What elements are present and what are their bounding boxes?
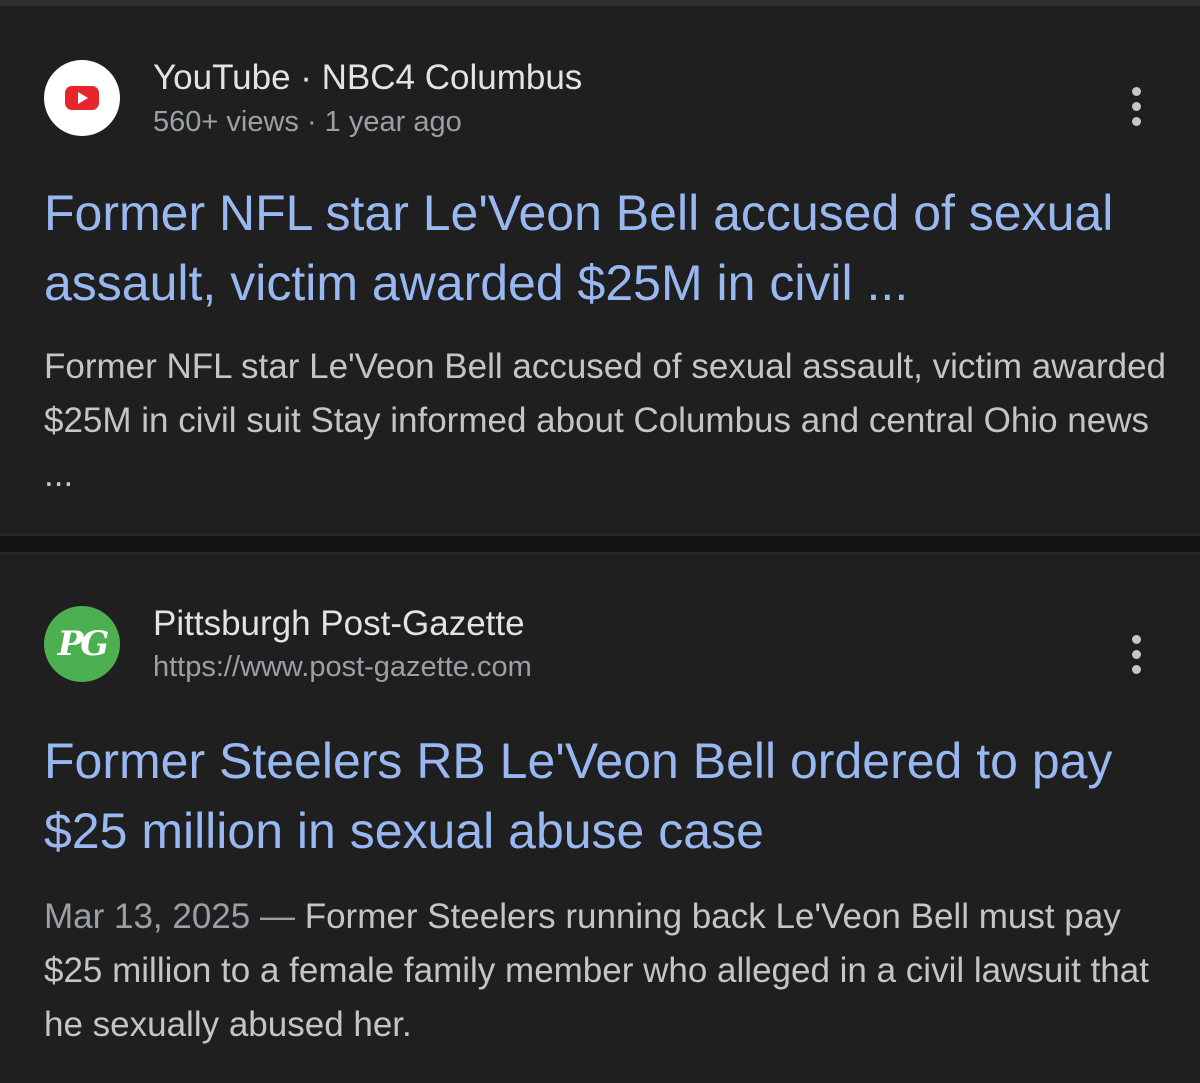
play-icon xyxy=(78,92,88,104)
more-vert-icon[interactable] xyxy=(1120,80,1152,132)
result-source[interactable]: YouTube · NBC4 Columbus xyxy=(153,58,582,98)
result-date: Mar 13, 2025 — xyxy=(44,897,305,936)
youtube-icon xyxy=(65,86,99,110)
result-divider xyxy=(0,534,1200,554)
more-vert-icon[interactable] xyxy=(1120,628,1152,680)
result-snippet: Former NFL star Le'Veon Bell accused of … xyxy=(44,347,1166,494)
search-results-page: YouTube · NBC4 Columbus 560+ views · 1 y… xyxy=(0,0,1200,1083)
post-gazette-icon: PG xyxy=(57,624,110,664)
result-title-link[interactable]: Former Steelers RB Le'Veon Bell ordered … xyxy=(44,726,1174,866)
result-meta: 560+ views · 1 year ago xyxy=(153,106,462,138)
result-url[interactable]: https://www.post-gazette.com xyxy=(153,651,532,684)
result-snippet: Mar 13, 2025 — Former Steelers running b… xyxy=(44,890,1174,1052)
result-card[interactable]: PG Pittsburgh Post-Gazette https://www.p… xyxy=(0,554,1200,1083)
post-gazette-favicon: PG xyxy=(44,606,120,682)
result-source[interactable]: Pittsburgh Post-Gazette xyxy=(153,604,525,644)
result-title-link[interactable]: Former NFL star Le'Veon Bell accused of … xyxy=(44,178,1174,318)
result-card[interactable]: YouTube · NBC4 Columbus 560+ views · 1 y… xyxy=(0,6,1200,534)
youtube-favicon xyxy=(44,60,120,136)
